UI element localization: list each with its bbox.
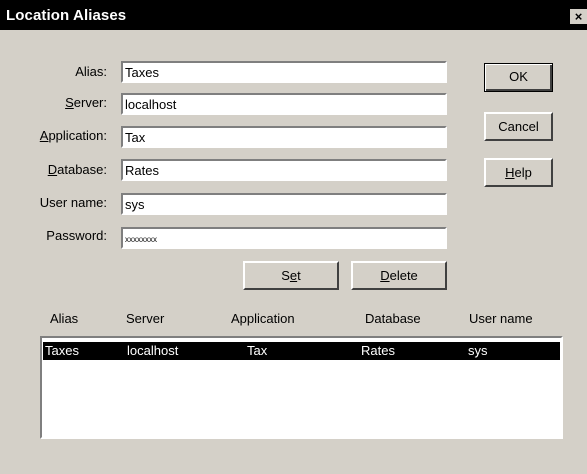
password-label: Password:: [46, 228, 107, 243]
set-button[interactable]: Set: [243, 261, 339, 290]
help-button[interactable]: Help: [484, 158, 553, 187]
alias-label: Alias:: [75, 64, 107, 79]
close-icon[interactable]: ×: [570, 9, 587, 24]
help-button-key: H: [505, 165, 515, 180]
row-database: Rates: [361, 343, 395, 358]
database-label-key: D: [47, 162, 58, 177]
delete-button[interactable]: Delete: [351, 261, 447, 290]
application-input[interactable]: Tax: [121, 126, 447, 148]
row-username: sys: [468, 343, 488, 358]
cancel-button[interactable]: Cancel: [484, 112, 553, 141]
row-alias: Taxes: [45, 343, 79, 358]
server-label: Server:: [0, 95, 107, 110]
row-server: localhost: [127, 343, 179, 358]
database-input[interactable]: Rates: [121, 159, 447, 181]
application-label-rest: pplication:: [48, 128, 107, 143]
delete-button-rest: elete: [389, 268, 418, 283]
title-bar: Location Aliases ×: [0, 0, 587, 30]
column-header-alias[interactable]: Alias: [50, 311, 78, 326]
server-label-key: S: [65, 95, 74, 110]
database-label-rest: atabase:: [57, 162, 107, 177]
column-header-application[interactable]: Application: [231, 311, 295, 326]
ok-button[interactable]: OK: [484, 63, 553, 92]
aliases-list[interactable]: Taxes localhost Tax Rates sys: [40, 336, 563, 439]
set-button-post: t: [297, 268, 301, 283]
set-button-pre: S: [281, 268, 290, 283]
application-label: Application:: [0, 128, 107, 143]
alias-input[interactable]: Taxes: [121, 61, 447, 83]
username-label: User name:: [39, 195, 107, 210]
row-application: Tax: [247, 343, 268, 358]
username-input[interactable]: sys: [121, 193, 447, 215]
column-header-server[interactable]: Server: [126, 311, 164, 326]
server-input[interactable]: localhost: [121, 93, 447, 115]
column-header-username[interactable]: User name: [469, 311, 533, 326]
help-button-rest: elp: [514, 165, 532, 180]
column-header-database[interactable]: Database: [365, 311, 421, 326]
list-item[interactable]: Taxes localhost Tax Rates sys: [43, 342, 560, 360]
location-aliases-dialog: Location Aliases × Alias: Server: Applic…: [0, 0, 587, 474]
server-label-rest: erver:: [73, 95, 107, 110]
delete-button-key: D: [380, 268, 390, 283]
password-input[interactable]: xxxxxxxx: [121, 227, 447, 249]
window-title: Location Aliases: [6, 7, 127, 24]
database-label: Database:: [0, 162, 107, 177]
